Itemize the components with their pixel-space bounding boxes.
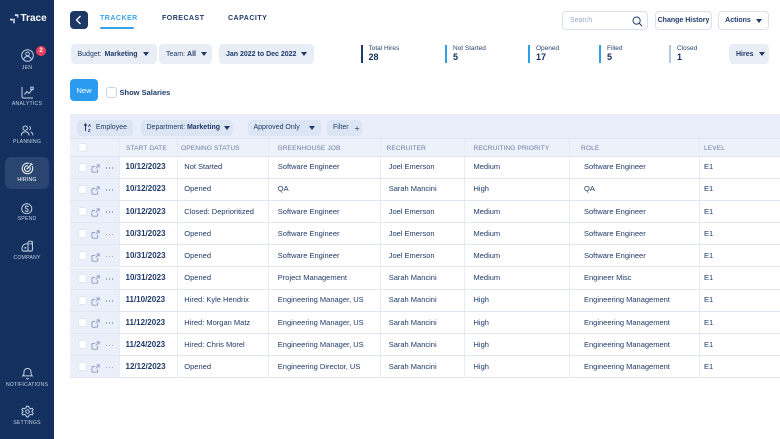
svg-text:Z: Z [88,128,91,132]
